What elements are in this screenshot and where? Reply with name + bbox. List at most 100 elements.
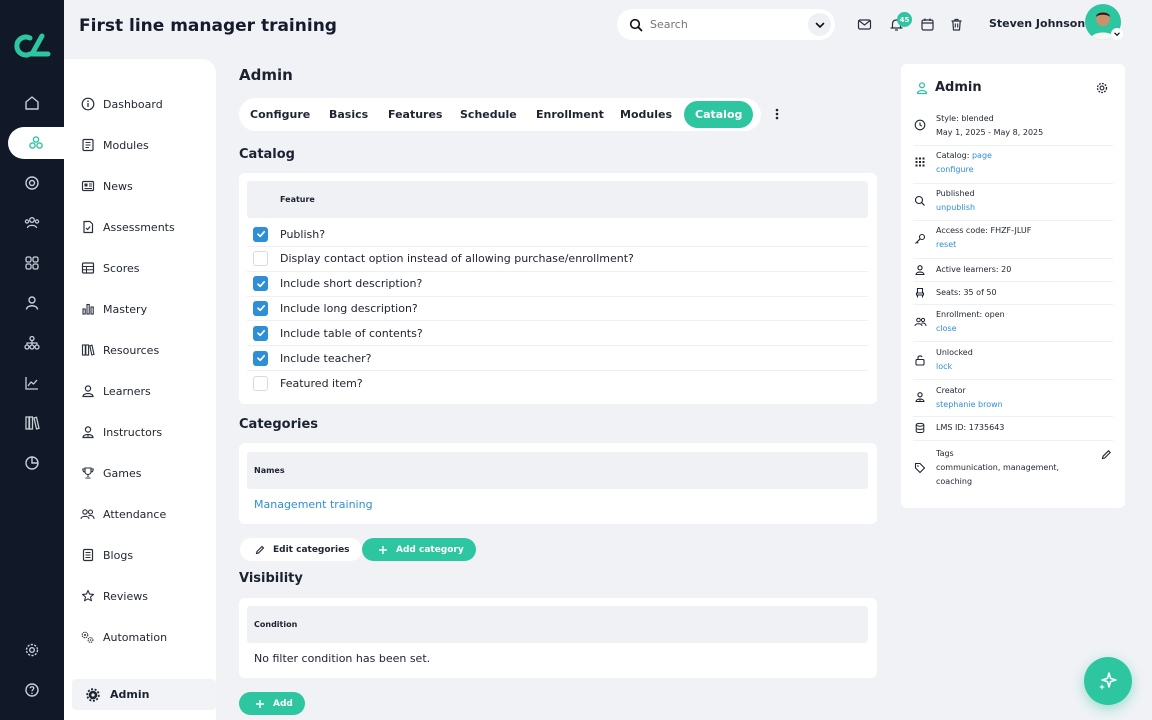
mail-icon[interactable] bbox=[856, 16, 872, 32]
newspaper-icon bbox=[80, 179, 95, 194]
tab-bar: Configure Basics Features Schedule Enrol… bbox=[239, 98, 761, 131]
sidebar-item-admin[interactable]: Admin bbox=[72, 679, 216, 710]
table-row[interactable]: Include long description? bbox=[247, 296, 868, 322]
unpublish-link[interactable]: unpublish bbox=[936, 201, 975, 215]
visibility-card: Condition No filter condition has been s… bbox=[239, 598, 877, 678]
sidebar-item-learners[interactable]: Learners bbox=[80, 380, 151, 402]
user-menu-chevron-icon[interactable] bbox=[1111, 28, 1123, 40]
tab-modules[interactable]: Modules bbox=[620, 101, 672, 128]
feature-label: Include short description? bbox=[280, 277, 423, 291]
table-row[interactable]: Include teacher? bbox=[247, 346, 868, 371]
creator-link[interactable]: stephanie brown bbox=[936, 398, 1003, 412]
people-icon bbox=[913, 315, 927, 329]
users-icon[interactable] bbox=[0, 207, 64, 239]
table-row[interactable]: Include short description? bbox=[247, 272, 868, 297]
sidebar-item-reviews[interactable]: Reviews bbox=[80, 585, 148, 607]
tab-basics[interactable]: Basics bbox=[329, 101, 368, 128]
plus-icon bbox=[378, 545, 388, 555]
pie-chart-icon[interactable] bbox=[0, 447, 64, 479]
gear-icon[interactable] bbox=[0, 634, 64, 666]
sidebar-item-instructors[interactable]: Instructors bbox=[80, 421, 162, 443]
date-range: May 1, 2025 - May 8, 2025 bbox=[936, 128, 1044, 137]
creator-icon bbox=[913, 390, 927, 404]
help-icon[interactable] bbox=[0, 674, 64, 706]
table-row[interactable]: Featured item? bbox=[247, 371, 868, 396]
lock-status: Unlocked bbox=[936, 348, 973, 357]
checkbox-checked[interactable] bbox=[253, 300, 268, 316]
checkbox-checked[interactable] bbox=[253, 226, 268, 242]
tab-configure[interactable]: Configure bbox=[250, 101, 310, 128]
books-icon bbox=[80, 343, 95, 358]
panel-row-lms-id: LMS ID: 1735643 bbox=[913, 417, 1113, 441]
tab-schedule[interactable]: Schedule bbox=[460, 101, 517, 128]
sidebar-item-attendance[interactable]: Attendance bbox=[80, 503, 166, 525]
checkbox-checked[interactable] bbox=[253, 276, 268, 292]
add-category-button[interactable]: Add category bbox=[362, 538, 476, 561]
database-icon bbox=[913, 421, 927, 435]
modules-icon[interactable] bbox=[8, 127, 64, 159]
user-icon[interactable] bbox=[0, 287, 64, 319]
sidebar-item-label: Admin bbox=[110, 688, 150, 701]
panel-row-creator: Creator stephanie brown bbox=[913, 380, 1113, 417]
grid-icon[interactable] bbox=[0, 247, 64, 279]
catalog-page-link[interactable]: page bbox=[972, 151, 992, 160]
catalog-configure-link[interactable]: configure bbox=[936, 163, 974, 177]
sidebar-item-resources[interactable]: Resources bbox=[80, 339, 159, 361]
category-link[interactable]: Management training bbox=[254, 498, 373, 511]
user-name[interactable]: Steven Johnson bbox=[989, 17, 1085, 30]
tag-icon bbox=[913, 461, 927, 475]
sidebar-item-scores[interactable]: Scores bbox=[80, 257, 140, 279]
checkbox-unchecked[interactable] bbox=[253, 375, 268, 391]
ai-assistant-button[interactable] bbox=[1084, 657, 1132, 705]
sidebar-item-automation[interactable]: Automation bbox=[80, 626, 167, 648]
brand-logo[interactable] bbox=[12, 30, 52, 62]
reset-link[interactable]: reset bbox=[936, 238, 956, 252]
search-box[interactable] bbox=[617, 9, 835, 40]
more-options-icon[interactable] bbox=[770, 106, 784, 122]
plus-icon bbox=[255, 699, 265, 709]
admin-person-icon bbox=[915, 81, 929, 95]
table-icon bbox=[80, 261, 95, 276]
sidebar-item-label: Mastery bbox=[103, 302, 148, 316]
checkbox-unchecked[interactable] bbox=[253, 251, 268, 267]
sidebar-item-games[interactable]: Games bbox=[80, 462, 141, 484]
checkbox-checked[interactable] bbox=[253, 350, 268, 366]
search-input[interactable] bbox=[650, 18, 800, 31]
home-icon[interactable] bbox=[0, 87, 64, 119]
books-icon[interactable] bbox=[0, 407, 64, 439]
people-icon bbox=[80, 507, 95, 522]
calendar-icon[interactable] bbox=[919, 16, 935, 32]
table-row[interactable]: Include table of contents? bbox=[247, 321, 868, 347]
network-icon[interactable] bbox=[0, 327, 64, 359]
chevron-down-icon[interactable] bbox=[808, 13, 831, 36]
table-row[interactable]: Display contact option instead of allowi… bbox=[247, 247, 868, 272]
sidebar-item-mastery[interactable]: Mastery bbox=[80, 298, 147, 320]
table-row[interactable]: Publish? bbox=[247, 222, 868, 247]
tab-catalog[interactable]: Catalog bbox=[684, 101, 754, 128]
panel-row-access-code: Access code: FHZF-JLUF reset bbox=[913, 221, 1113, 259]
pencil-icon[interactable] bbox=[1099, 447, 1113, 461]
panel-row-enrollment: Enrollment: open close bbox=[913, 305, 1113, 342]
active-learners: Active learners: 20 bbox=[936, 265, 1012, 274]
panel-settings-icon[interactable] bbox=[1095, 81, 1109, 95]
sidebar-item-dashboard[interactable]: Dashboard bbox=[80, 93, 163, 115]
sidebar-item-news[interactable]: News bbox=[80, 175, 133, 197]
sidebar-item-blogs[interactable]: Blogs bbox=[80, 544, 133, 566]
sidebar-item-label: Instructors bbox=[103, 425, 163, 439]
sidebar-item-assessments[interactable]: Assessments bbox=[80, 216, 175, 238]
chart-line-icon[interactable] bbox=[0, 367, 64, 399]
add-condition-button[interactable]: Add bbox=[239, 692, 305, 715]
close-enrollment-link[interactable]: close bbox=[936, 322, 957, 336]
empty-condition-text: No filter condition has been set. bbox=[254, 652, 431, 665]
catalog-prefix: Catalog: bbox=[936, 151, 972, 160]
target-icon[interactable] bbox=[0, 167, 64, 199]
gears-icon bbox=[80, 630, 95, 645]
tab-features[interactable]: Features bbox=[388, 101, 442, 128]
gear-icon bbox=[85, 687, 100, 702]
tab-enrollment[interactable]: Enrollment bbox=[536, 101, 604, 128]
sidebar-item-modules[interactable]: Modules bbox=[80, 134, 149, 156]
trash-icon[interactable] bbox=[948, 16, 964, 32]
lock-link[interactable]: lock bbox=[936, 360, 952, 374]
checkbox-checked[interactable] bbox=[253, 325, 268, 341]
edit-categories-button[interactable]: Edit categories bbox=[240, 538, 362, 561]
